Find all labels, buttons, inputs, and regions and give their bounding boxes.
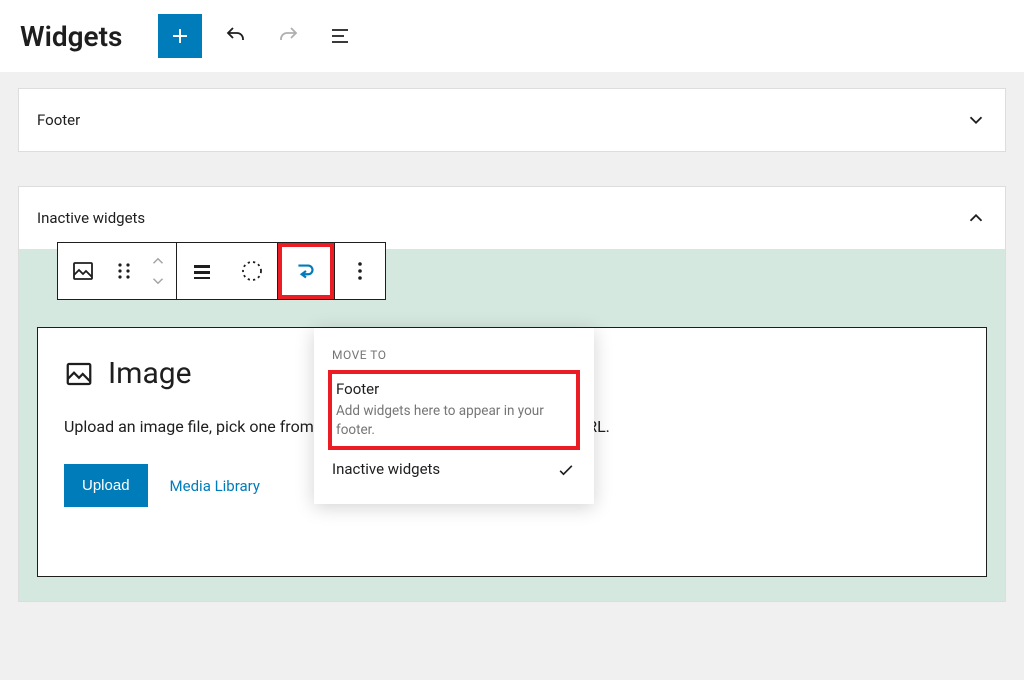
move-to-icon	[293, 258, 319, 284]
dotted-circle-icon	[240, 259, 264, 283]
editor-topbar: Widgets	[0, 0, 1024, 72]
move-to-footer-name: Footer	[336, 380, 572, 398]
image-icon	[64, 359, 94, 389]
list-view-icon	[328, 24, 352, 48]
widget-area-footer-header[interactable]: Footer	[19, 89, 1005, 151]
block-type-button[interactable]	[58, 243, 108, 299]
move-up-button[interactable]	[149, 251, 167, 271]
drag-icon	[116, 260, 132, 282]
widget-area-footer: Footer	[18, 88, 1006, 152]
chevron-up-icon	[149, 255, 167, 267]
widget-area-inactive-label: Inactive widgets	[37, 209, 145, 227]
page-title: Widgets	[20, 20, 122, 53]
widget-area-footer-label: Footer	[37, 111, 80, 129]
media-library-link[interactable]: Media Library	[170, 477, 260, 495]
add-block-button[interactable]	[158, 14, 202, 58]
move-to-footer-option[interactable]: Footer Add widgets here to appear in you…	[328, 370, 580, 450]
widget-area-inactive: Inactive widgets	[18, 186, 1006, 602]
image-block[interactable]: Image Upload an image file, pick one fro…	[37, 327, 987, 577]
move-to-footer-desc: Add widgets here to appear in your foote…	[336, 402, 572, 440]
widget-area-inactive-header[interactable]: Inactive widgets	[19, 187, 1005, 249]
redo-button[interactable]	[270, 18, 306, 54]
undo-button[interactable]	[218, 18, 254, 54]
list-view-button[interactable]	[322, 18, 358, 54]
upload-button[interactable]: Upload	[64, 464, 148, 507]
crop-button[interactable]	[227, 243, 277, 299]
undo-icon	[224, 24, 248, 48]
move-to-widget-area-button[interactable]	[278, 243, 334, 299]
main-content: Footer Inactive widgets	[0, 72, 1024, 680]
move-down-button[interactable]	[149, 271, 167, 291]
check-icon	[556, 460, 576, 480]
drag-handle[interactable]	[108, 243, 140, 299]
move-to-inactive-option[interactable]: Inactive widgets	[314, 450, 594, 492]
image-block-title: Image	[108, 356, 192, 391]
more-options-button[interactable]	[335, 243, 385, 299]
more-vertical-icon	[348, 259, 372, 283]
move-to-popover: MOVE TO Footer Add widgets here to appea…	[314, 328, 594, 504]
move-to-heading: MOVE TO	[314, 342, 594, 370]
block-toolbar	[57, 242, 386, 300]
move-to-inactive-name: Inactive widgets	[332, 460, 440, 478]
image-icon	[71, 259, 95, 283]
align-icon	[190, 259, 214, 283]
chevron-down-icon	[965, 109, 987, 131]
redo-icon	[276, 24, 300, 48]
chevron-down-icon	[149, 275, 167, 287]
block-mover	[140, 243, 176, 299]
chevron-up-icon	[965, 207, 987, 229]
inactive-widgets-body: Image Upload an image file, pick one fro…	[19, 249, 1005, 601]
plus-icon	[168, 24, 192, 48]
align-button[interactable]	[177, 243, 227, 299]
